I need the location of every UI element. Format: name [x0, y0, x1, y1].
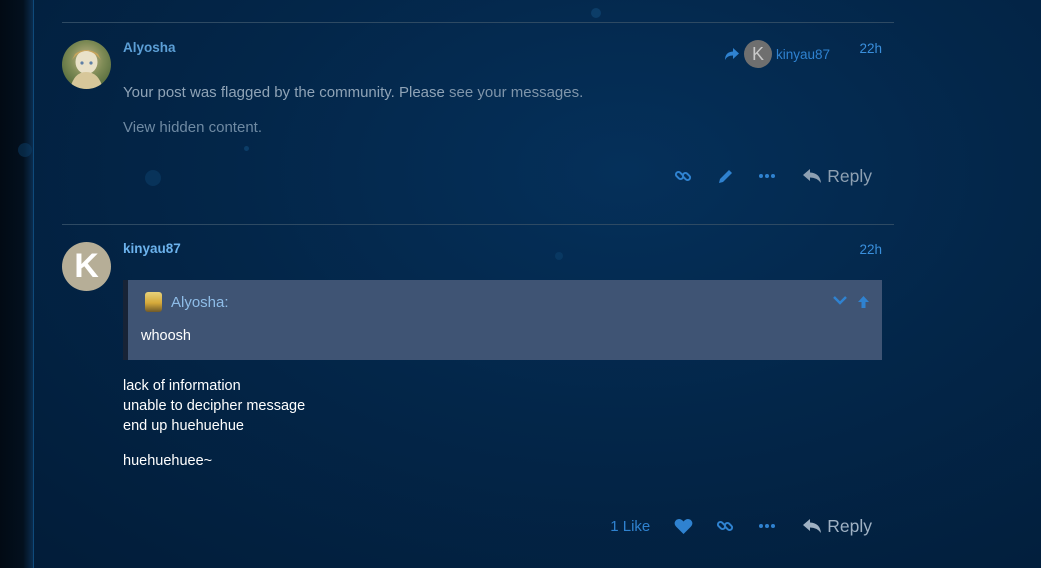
share-arrow-icon — [724, 48, 739, 60]
body-line: unable to decipher message — [123, 398, 306, 414]
post-kinyau87: K kinyau87 22h Alyosha: whoosh lack of i… — [62, 241, 882, 552]
reply-to-username: kinyau87 — [775, 46, 830, 62]
username[interactable]: Alyosha — [123, 40, 176, 55]
reply-to-indicator[interactable]: K kinyau87 — [724, 40, 830, 68]
reply-to-avatar: K — [743, 40, 772, 68]
post-divider — [62, 224, 894, 225]
copy-link-button[interactable] — [662, 161, 704, 191]
edit-button[interactable] — [704, 161, 746, 191]
quote-text: whoosh — [141, 328, 191, 344]
quote-avatar — [145, 292, 162, 312]
flag-message-text: Your post was flagged by the community. … — [123, 84, 445, 101]
quote-block: Alyosha: whoosh — [123, 280, 882, 360]
chevron-down-icon[interactable] — [833, 295, 847, 305]
quote-author[interactable]: Alyosha: — [171, 294, 229, 311]
bg-dot — [18, 143, 32, 157]
quote-controls — [833, 295, 870, 309]
post-actions: 1 Like Reply — [610, 511, 872, 541]
more-button[interactable] — [746, 511, 788, 541]
reply-icon — [803, 169, 822, 183]
bg-dot — [591, 8, 601, 18]
reply-label: Reply — [827, 515, 872, 536]
post-alyosha: Alyosha K kinyau87 22h Your post was fla… — [62, 40, 882, 210]
like-count[interactable]: 1 Like — [610, 518, 650, 535]
see-messages-link[interactable]: see your messages. — [449, 84, 583, 101]
flag-message: Your post was flagged by the community. … — [123, 84, 583, 101]
arrow-up-icon[interactable] — [857, 295, 870, 309]
pencil-icon — [718, 169, 732, 183]
post-date[interactable]: 22h — [859, 41, 882, 56]
body-line: lack of information — [123, 378, 241, 394]
like-button[interactable] — [662, 511, 704, 541]
link-icon — [675, 170, 692, 182]
avatar-image — [70, 50, 103, 89]
body-line: end up huehuehue — [123, 418, 244, 434]
quote-header: Alyosha: — [145, 292, 229, 312]
heart-icon — [674, 518, 693, 534]
view-hidden-content-link[interactable]: View hidden content. — [123, 119, 262, 136]
username[interactable]: kinyau87 — [123, 241, 181, 256]
avatar[interactable] — [62, 40, 111, 89]
more-icon — [759, 174, 776, 178]
avatar[interactable]: K — [62, 242, 111, 291]
reply-button[interactable]: Reply — [802, 516, 872, 537]
reply-icon — [803, 519, 822, 533]
post-body: lack of information unable to decipher m… — [123, 376, 305, 436]
more-icon — [759, 524, 776, 528]
left-edge-panel — [0, 0, 34, 568]
copy-link-button[interactable] — [704, 511, 746, 541]
post-divider — [62, 22, 894, 23]
reply-label: Reply — [827, 165, 872, 186]
post-date[interactable]: 22h — [859, 242, 882, 257]
more-button[interactable] — [746, 161, 788, 191]
body-tail: huehuehuee~ — [123, 453, 213, 469]
link-icon — [717, 520, 734, 532]
post-actions: Reply — [662, 161, 872, 191]
reply-button[interactable]: Reply — [802, 166, 872, 187]
